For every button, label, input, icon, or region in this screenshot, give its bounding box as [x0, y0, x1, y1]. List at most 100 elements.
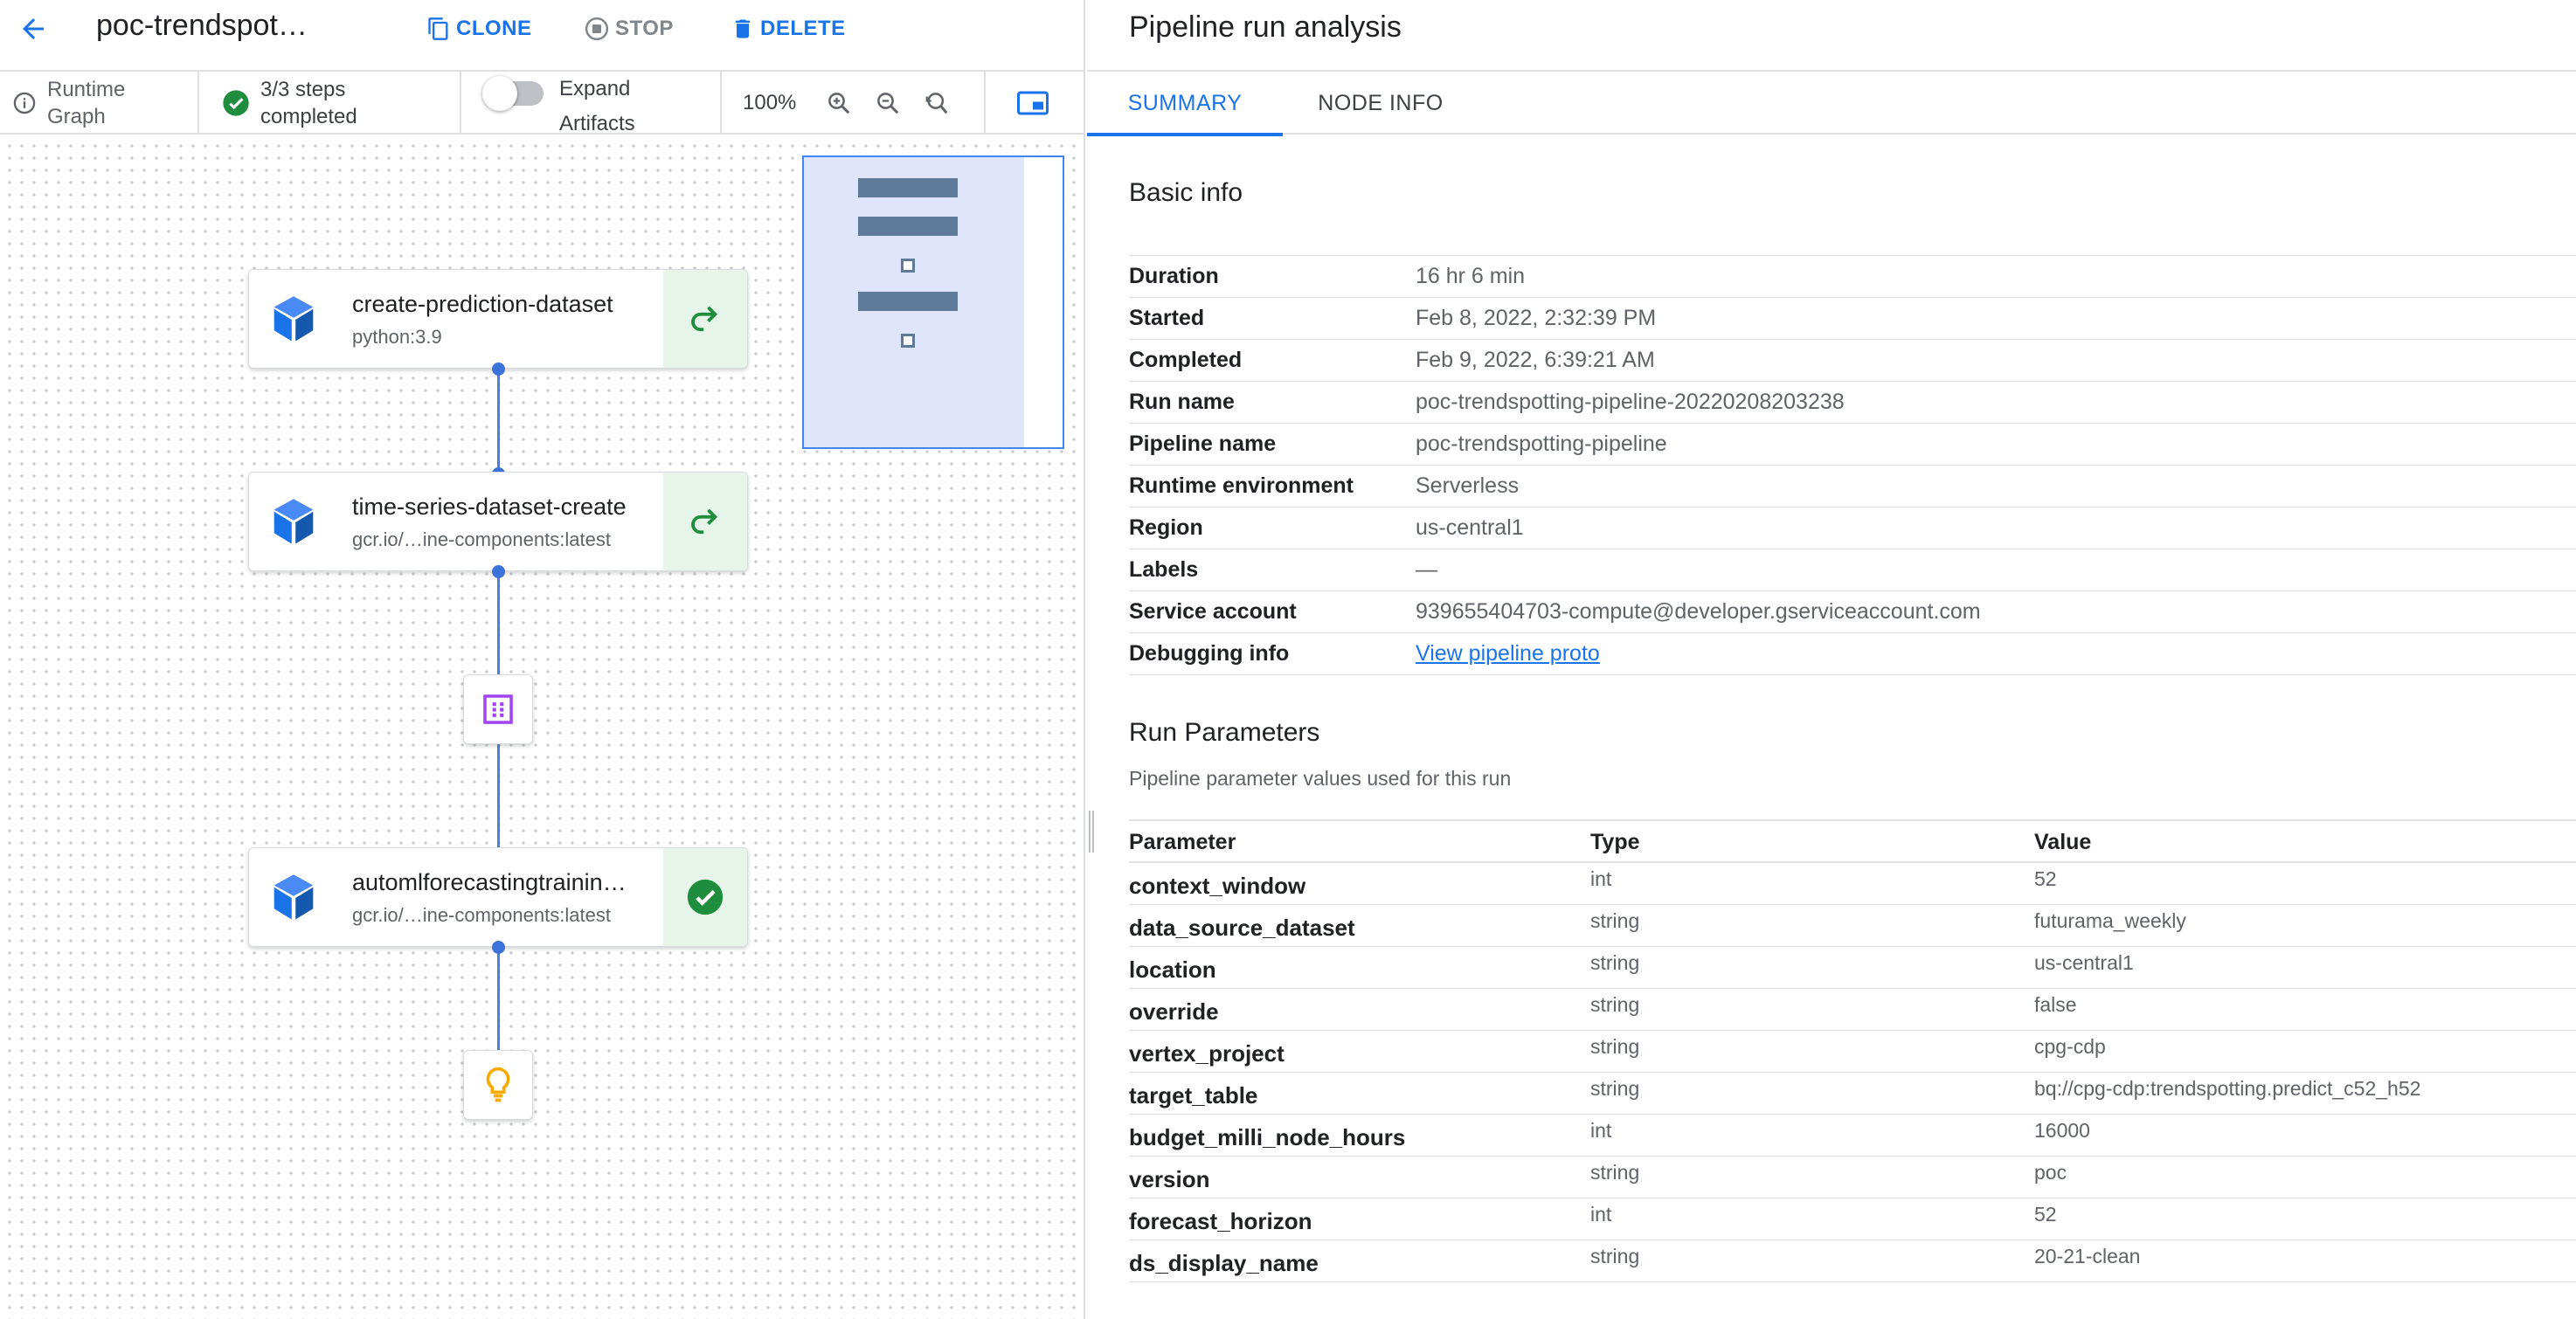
toolbar-divider — [720, 72, 722, 135]
info-key: Service account — [1129, 599, 1297, 624]
cube-icon — [274, 499, 314, 544]
table-row: location string us-central1 — [1129, 947, 2576, 989]
parameter-value-cell: poc — [2034, 1161, 2067, 1184]
zoom-in-button[interactable] — [823, 87, 855, 119]
parameter-type-cell: string — [1590, 951, 1640, 974]
node-status-cached — [663, 473, 747, 570]
delete-label: DELETE — [760, 17, 846, 40]
parameter-type-cell: string — [1590, 993, 1640, 1016]
run-parameters-table: Parameter Type Value context_window int 52… — [1129, 819, 2576, 1282]
stop-button[interactable]: STOP — [584, 12, 674, 45]
stop-circle-icon — [585, 17, 609, 41]
pipeline-node-automlforecastingtraining[interactable]: automlforecastingtrainin… gcr.io/…ine-co… — [248, 847, 748, 947]
graph-edge — [497, 744, 500, 847]
zoom-out-button[interactable] — [872, 87, 904, 119]
zoom-out-icon — [877, 93, 899, 114]
cached-redo-icon — [691, 306, 718, 332]
clone-label: CLONE — [456, 17, 532, 40]
zoom-in-icon — [828, 93, 850, 114]
node-name: time-series-dataset-create — [352, 494, 627, 520]
info-icon — [13, 92, 36, 114]
pipeline-node-create-prediction-dataset[interactable]: create-prediction-dataset python:3.9 — [248, 269, 748, 369]
graph-edge — [497, 571, 500, 674]
parameter-type-cell: string — [1590, 1035, 1640, 1058]
info-key: Pipeline name — [1129, 432, 1277, 456]
arrow-back-icon — [23, 18, 44, 39]
node-status-cached — [663, 270, 747, 368]
info-row-run-name: Run name poc-trendspotting-pipeline-2022… — [1129, 382, 2576, 424]
view-pipeline-proto-link[interactable]: View pipeline proto — [1416, 641, 1600, 666]
pipeline-node-time-series-dataset-create[interactable]: time-series-dataset-create gcr.io/…ine-c… — [248, 472, 748, 571]
graph-canvas[interactable]: create-prediction-dataset python:3.9 tim… — [0, 136, 1084, 1319]
minimap[interactable] — [802, 155, 1064, 449]
parameter-value-cell: cpg-cdp — [2034, 1035, 2106, 1058]
toggle-switch[interactable] — [482, 74, 545, 111]
runtime-graph-info[interactable]: Runtime Graph — [12, 72, 143, 135]
parameter-value-cell: futurama_weekly — [2034, 909, 2186, 932]
parameter-type-cell: int — [1590, 867, 1612, 890]
artifact-node-dataset[interactable] — [463, 674, 533, 744]
node-name: create-prediction-dataset — [352, 291, 613, 317]
toolbar-divider — [460, 72, 461, 135]
info-value: us-central1 — [1416, 515, 1524, 540]
table-row: context_window int 52 — [1129, 863, 2576, 905]
cached-redo-icon — [691, 508, 718, 535]
stop-label: STOP — [615, 17, 674, 40]
info-value: 16 hr 6 min — [1416, 264, 1526, 288]
picture-in-picture-icon — [1017, 91, 1049, 115]
cube-icon — [274, 296, 314, 342]
zoom-level: 100% — [743, 91, 797, 114]
info-key: Completed — [1129, 348, 1243, 372]
tab-summary[interactable]: SUMMARY — [1087, 72, 1283, 136]
artifact-node-model[interactable] — [463, 1050, 533, 1120]
expand-artifacts-label: Expand Artifacts — [559, 77, 635, 135]
pipeline-graph-panel: poc-trendspot… CLONE STOP DELETE Runtime… — [0, 0, 1094, 1319]
info-value: Feb 9, 2022, 6:39:21 AM — [1416, 348, 1655, 372]
parameter-type-cell: string — [1590, 1161, 1640, 1184]
parameter-value-cell: us-central1 — [2034, 951, 2134, 974]
parameter-name-cell: override — [1129, 998, 1219, 1025]
parameter-type-cell: int — [1590, 1119, 1612, 1142]
info-key: Started — [1129, 306, 1205, 330]
clone-button[interactable]: CLONE — [426, 12, 532, 45]
info-key: Labels — [1129, 557, 1199, 582]
table-row: forecast_horizon int 52 — [1129, 1198, 2576, 1240]
basic-info-heading: Basic info — [1129, 178, 1243, 207]
parameter-name-cell: ds_display_name — [1129, 1250, 1319, 1276]
info-row-duration: Duration 16 hr 6 min — [1129, 256, 2576, 298]
analysis-tabs: SUMMARY NODE INFO — [1087, 70, 2576, 136]
delete-button[interactable]: DELETE — [731, 12, 846, 45]
parameter-type-cell: string — [1590, 1245, 1640, 1267]
info-row-debugging-info: Debugging info View pipeline proto — [1129, 633, 2576, 675]
info-row-runtime-environment: Runtime environment Serverless — [1129, 466, 2576, 508]
column-header-value: Value — [2034, 830, 2092, 854]
info-value: — — [1416, 557, 1437, 582]
steps-completed-label: 3/3 steps completed — [260, 78, 357, 128]
table-row: override string false — [1129, 989, 2576, 1031]
table-row: vertex_project string cpg-cdp — [1129, 1031, 2576, 1073]
info-row-pipeline-name: Pipeline name poc-trendspotting-pipeline — [1129, 424, 2576, 466]
parameter-type-cell: int — [1590, 1203, 1612, 1226]
column-header-parameter: Parameter — [1129, 830, 1236, 854]
info-value: poc-trendspotting-pipeline-2022020820323… — [1416, 390, 1845, 414]
info-value: Serverless — [1416, 473, 1520, 498]
back-button[interactable] — [12, 10, 54, 47]
check-circle-icon — [223, 90, 249, 116]
info-key: Region — [1129, 515, 1203, 540]
parameter-value-cell: 52 — [2034, 1203, 2057, 1226]
info-key: Runtime environment — [1129, 473, 1354, 498]
node-image: gcr.io/…ine-components:latest — [352, 904, 611, 926]
info-row-region: Region us-central1 — [1129, 508, 2576, 549]
info-value: 939655404703-compute@developer.gservicea… — [1416, 599, 1981, 624]
info-key: Duration — [1129, 264, 1219, 288]
basic-info-table: Duration 16 hr 6 min Started Feb 8, 2022… — [1129, 255, 2576, 675]
zoom-reset-button[interactable] — [921, 87, 952, 119]
info-value: Feb 8, 2022, 2:32:39 PM — [1416, 306, 1657, 330]
edge-port — [492, 941, 505, 954]
minimap-node — [858, 292, 958, 311]
minimap-toggle-button[interactable] — [1014, 87, 1052, 119]
column-header-type: Type — [1590, 830, 1640, 854]
parameter-name-cell: vertex_project — [1129, 1040, 1285, 1067]
minimap-scroll-track — [1024, 157, 1063, 447]
tab-node-info[interactable]: NODE INFO — [1283, 72, 1478, 135]
